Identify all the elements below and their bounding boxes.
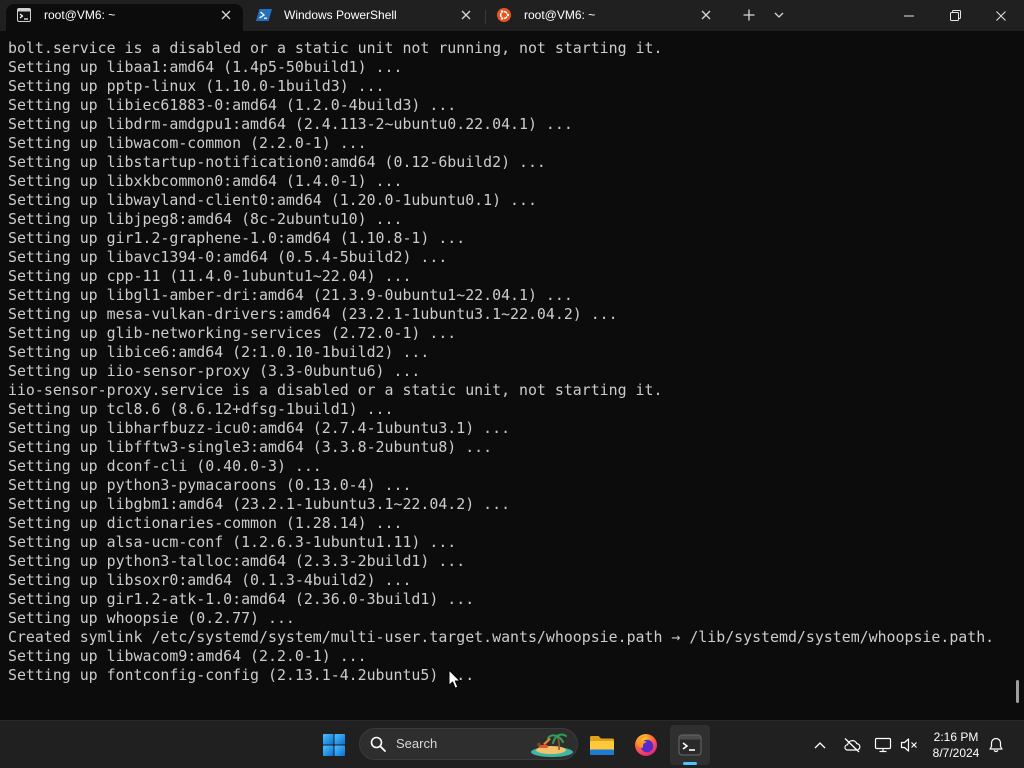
cloud-offline-icon [844, 738, 861, 753]
title-bar[interactable]: root@VM6: ~ Windows PowerShell root@VM6:… [0, 0, 1024, 31]
mouse-cursor [448, 669, 461, 690]
terminal-line: Setting up dictionaries-common (1.28.14)… [8, 514, 403, 532]
firefox-icon [635, 734, 657, 756]
taskbar-search-box[interactable]: Search [359, 728, 578, 760]
terminal-line: Setting up libgl1-amber-dri:amd64 (21.3.… [8, 286, 573, 304]
tab-root-vm6[interactable]: root@VM6: ~ [6, 4, 243, 31]
tab-title: Windows PowerShell [284, 8, 397, 22]
notifications-button[interactable] [982, 729, 1010, 761]
terminal-line: Setting up python3-talloc:amd64 (2.3.3-2… [8, 552, 466, 570]
firefox-button[interactable] [626, 725, 666, 765]
restore-icon [949, 10, 961, 21]
terminal-output[interactable]: bolt.service is a disabled or a static u… [0, 31, 1024, 720]
file-explorer-button[interactable] [582, 725, 622, 765]
terminal-icon [678, 734, 702, 756]
restore-button[interactable] [932, 0, 978, 31]
tab-close-button[interactable] [458, 7, 474, 23]
close-window-button[interactable] [978, 0, 1024, 31]
tab-windows-powershell[interactable]: Windows PowerShell [246, 4, 483, 31]
show-hidden-icons-button[interactable] [806, 729, 834, 761]
new-tab-button[interactable] [733, 2, 765, 28]
network-icon [874, 737, 892, 753]
terminal-line: Setting up libiec61883-0:amd64 (1.2.0-4b… [8, 96, 457, 114]
terminal-line: Setting up mesa-vulkan-drivers:amd64 (23… [8, 305, 618, 323]
terminal-line: Setting up cpp-11 (11.4.0-1ubuntu1~22.04… [8, 267, 412, 285]
terminal-line: Setting up alsa-ucm-conf (1.2.6.3-1ubunt… [8, 533, 457, 551]
active-app-indicator [683, 762, 697, 765]
terminal-line: Setting up libgbm1:amd64 (23.2.1-1ubuntu… [8, 495, 511, 513]
tray-status-button[interactable] [838, 729, 866, 761]
terminal-line: bolt.service is a disabled or a static u… [8, 39, 663, 57]
clock-time: 2:16 PM [933, 730, 979, 744]
terminal-line: Created symlink /etc/systemd/system/mult… [8, 628, 995, 646]
tab-close-button[interactable] [698, 7, 714, 23]
terminal-line: Setting up libwayland-client0:amd64 (1.2… [8, 191, 537, 209]
tab-title: root@VM6: ~ [44, 8, 116, 22]
terminal-line: Setting up iio-sensor-proxy (3.3-0ubuntu… [8, 362, 421, 380]
terminal-line: Setting up fontconfig-config (2.13.1-4.2… [8, 666, 475, 684]
search-placeholder: Search [396, 736, 438, 751]
tab-dropdown-button[interactable] [767, 2, 791, 28]
terminal-line: Setting up glib-networking-services (2.7… [8, 324, 457, 342]
folder-icon [590, 736, 614, 755]
volume-muted-icon [900, 738, 917, 752]
powershell-icon [256, 8, 272, 22]
search-highlight-image [529, 730, 575, 758]
terminal-line: Setting up pptp-linux (1.10.0-1build3) .… [8, 77, 385, 95]
tab-root-vm6-ubuntu[interactable]: root@VM6: ~ [486, 4, 723, 31]
plus-icon [743, 9, 755, 21]
terminal-line: Setting up gir1.2-atk-1.0:amd64 (2.36.0-… [8, 590, 475, 608]
close-icon [996, 10, 1006, 21]
terminal-line: Setting up libharfbuzz-icu0:amd64 (2.7.4… [8, 419, 511, 437]
minimize-icon [904, 15, 914, 16]
minimize-button[interactable] [886, 0, 932, 31]
tab-title: root@VM6: ~ [524, 8, 596, 22]
terminal-line: Setting up python3-pymacaroons (0.13.0-4… [8, 476, 412, 494]
close-icon [461, 10, 471, 20]
terminal-line: Setting up libjpeg8:amd64 (8c-2ubuntu10)… [8, 210, 403, 228]
chevron-down-icon [774, 12, 784, 18]
terminal-line: Setting up tcl8.6 (8.6.12+dfsg-1build1) … [8, 400, 394, 418]
terminal-line: Setting up dconf-cli (0.40.0-3) ... [8, 457, 322, 475]
terminal-line: Setting up libice6:amd64 (2:1.0.10-1buil… [8, 343, 430, 361]
tab-close-button[interactable] [218, 7, 234, 23]
terminal-line: iio-sensor-proxy.service is a disabled o… [8, 381, 663, 399]
windows-start-icon [323, 734, 345, 756]
terminal-line: Setting up libdrm-amdgpu1:amd64 (2.4.113… [8, 115, 573, 133]
terminal-line: Setting up libwacom9:amd64 (2.2.0-1) ... [8, 647, 367, 665]
terminal-line: Setting up libstartup-notification0:amd6… [8, 153, 546, 171]
chevron-up-icon [814, 742, 826, 749]
terminal-line: Setting up gir1.2-graphene-1.0:amd64 (1.… [8, 229, 466, 247]
terminal-line: Setting up whoopsie (0.2.77) ... [8, 609, 295, 627]
terminal-line: Setting up libxkbcommon0:amd64 (1.4.0-1)… [8, 172, 403, 190]
cmd-icon [17, 8, 31, 22]
terminal-taskbar-button[interactable] [670, 725, 710, 765]
terminal-line: Setting up libaa1:amd64 (1.4p5-50build1)… [8, 58, 403, 76]
taskbar: Search 2:16 PM 8/7/2024 [0, 720, 1024, 768]
bell-icon [989, 737, 1003, 753]
ubuntu-icon [497, 8, 511, 22]
search-icon [370, 736, 386, 752]
terminal-line: Setting up libavc1394-0:amd64 (0.5.4-5bu… [8, 248, 448, 266]
close-icon [701, 10, 711, 20]
taskbar-clock[interactable]: 2:16 PM 8/7/2024 [926, 729, 986, 761]
close-icon [221, 10, 231, 20]
clock-date: 8/7/2024 [932, 746, 980, 760]
scrollbar-thumb[interactable] [1016, 679, 1019, 703]
terminal-line: Setting up libwacom-common (2.2.0-1) ... [8, 134, 367, 152]
quick-settings-button[interactable] [870, 729, 924, 761]
terminal-line: Setting up libfftw3-single3:amd64 (3.3.8… [8, 438, 493, 456]
terminal-line: Setting up libsoxr0:amd64 (0.1.3-4build2… [8, 571, 412, 589]
start-button[interactable] [314, 725, 354, 765]
